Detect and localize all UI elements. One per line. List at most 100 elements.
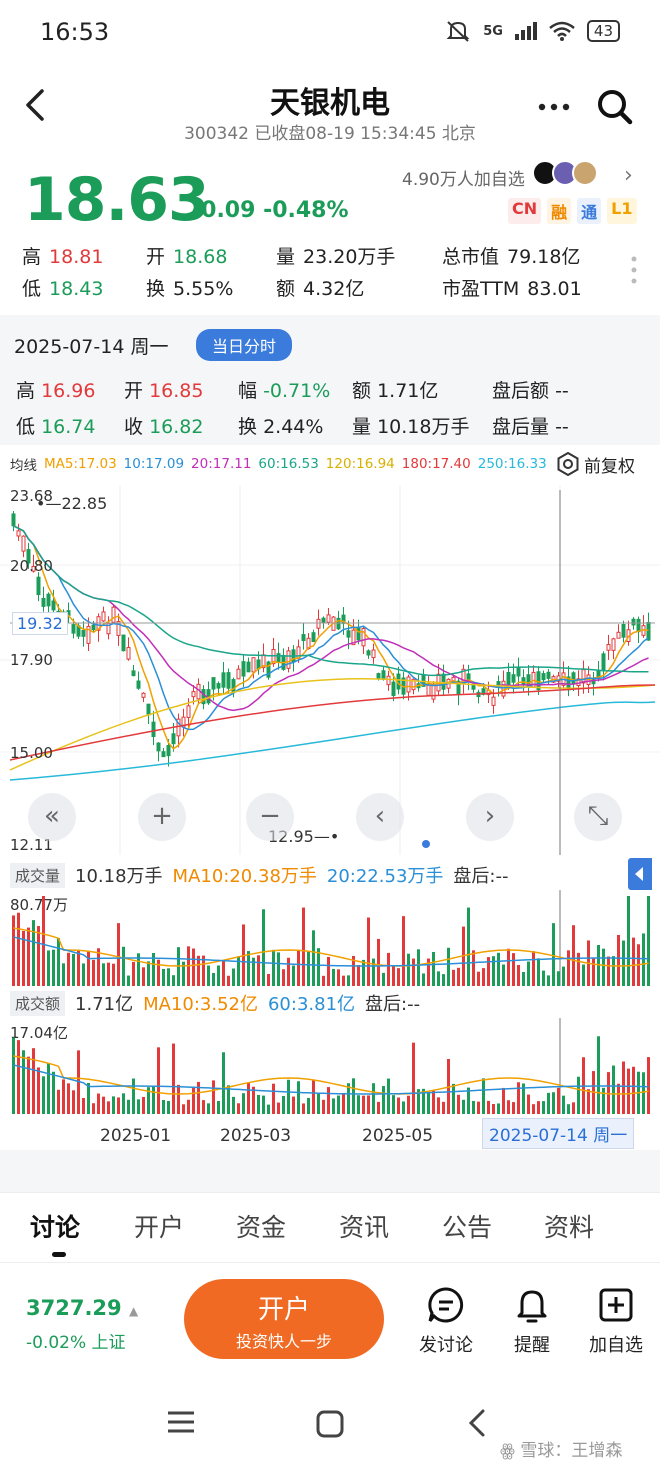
stat-amount: 额 4.32亿 — [276, 274, 364, 301]
day-after-amount: 盘后额 -- — [492, 376, 569, 403]
more-icon — [538, 103, 570, 111]
post-discussion-button[interactable]: 发讨论 — [410, 1285, 482, 1357]
volume-value: 10.18万手 — [75, 866, 163, 887]
stat-label: 低 — [16, 416, 36, 438]
stat-high: 高 18.81 — [22, 242, 103, 269]
watermark: ꙮ 雪球：王增森 — [500, 1436, 622, 1461]
home-icon[interactable] — [316, 1410, 344, 1442]
stat-open: 开 18.68 — [146, 242, 227, 269]
stat-label: 高 — [22, 246, 42, 268]
wifi-icon — [549, 21, 575, 41]
step-right-button[interactable]: › — [466, 793, 514, 841]
alert-label: 提醒 — [514, 1335, 550, 1356]
tab-funds[interactable]: 资金 — [236, 1208, 286, 1244]
kline-chart[interactable] — [0, 480, 660, 860]
stat-label: 市盈TTM — [442, 278, 520, 300]
ma60-value: 60:16.53 — [258, 456, 319, 472]
fullscreen-button[interactable]: ⤡ — [574, 793, 622, 841]
status-time: 16:53 — [40, 18, 110, 46]
stat-label: 额 — [276, 278, 296, 300]
tab-announcements[interactable]: 公告 — [442, 1208, 492, 1244]
day-after-volume: 盘后量 -- — [492, 412, 569, 439]
day-low: 低 16.74 — [16, 412, 95, 439]
status-icons: 5G 43 — [445, 20, 620, 42]
index-value: 3727.29 — [26, 1296, 122, 1320]
stat-value: 16.96 — [41, 380, 96, 402]
page-indicator-dot — [422, 840, 430, 848]
ma10-value: 10:17.09 — [123, 456, 185, 472]
followers-count[interactable]: 4.90万人加自选 — [402, 165, 525, 190]
up-caret-icon: ▲ — [128, 1304, 139, 1318]
volume-ma10: MA10:20.38万手 — [172, 866, 317, 887]
scroll-left-fast-button[interactable]: « — [28, 793, 76, 841]
nav-back-icon[interactable] — [466, 1408, 488, 1442]
settings-icon[interactable] — [556, 451, 580, 477]
amount-legend[interactable]: 成交额 1.71亿 MA10:3.52亿 60:3.81亿 盘后:-- — [10, 990, 420, 1016]
stat-value: -0.71% — [263, 380, 331, 402]
step-left-button[interactable]: ‹ — [356, 793, 404, 841]
day-open: 开 16.85 — [124, 376, 203, 403]
add-square-icon — [599, 1288, 633, 1322]
badge-margin: 融 — [547, 198, 572, 224]
tab-news[interactable]: 资讯 — [339, 1208, 389, 1244]
volume-chart — [12, 890, 650, 986]
y-label-2: 20.80 — [10, 557, 53, 575]
zoom-in-button[interactable]: + — [138, 793, 186, 841]
stat-value: 83.01 — [527, 278, 582, 300]
adjust-mode-label[interactable]: 前复权 — [584, 452, 635, 477]
tab-profile[interactable]: 资料 — [544, 1208, 594, 1244]
day-volume: 量 10.18万手 — [352, 412, 469, 439]
ma20-value: 20:17.11 — [191, 456, 252, 472]
battery-indicator: 43 — [586, 20, 620, 42]
stat-value: 18.68 — [173, 246, 228, 268]
stat-label: 高 — [16, 380, 36, 402]
zoom-out-button[interactable]: − — [246, 793, 294, 841]
volume-legend[interactable]: 成交量 10.18万手 MA10:20.38万手 20:22.53万手 盘后:-… — [10, 862, 508, 888]
kline-grid — [0, 485, 660, 855]
add-watchlist-button[interactable]: 加自选 — [580, 1285, 652, 1357]
more-menu-button[interactable] — [538, 86, 570, 119]
moving-average-legend[interactable]: 均线 MA5:17.03 10:17.09 20:17.11 60:16.53 … — [10, 454, 547, 474]
stat-value: 18.43 — [49, 278, 104, 300]
volume-after: 盘后:-- — [453, 866, 509, 887]
open-account-subtitle: 投资快人一步 — [235, 1332, 332, 1351]
status-bar: 16:53 5G 43 — [0, 0, 660, 70]
tab-discussion[interactable]: 讨论 — [30, 1208, 80, 1244]
post-discussion-label: 发讨论 — [419, 1335, 473, 1356]
stat-value: 2.44% — [263, 416, 324, 438]
day-high: 高 16.96 — [16, 376, 95, 403]
stat-value: 5.55% — [173, 278, 234, 300]
stat-pe: 市盈TTM 83.01 — [442, 274, 582, 301]
cursor-date-tag: 2025-07-14 周一 — [482, 1118, 635, 1149]
search-icon — [598, 90, 633, 125]
badge-connect: 通 — [577, 198, 602, 224]
x-label-1: 2025-01 — [100, 1126, 172, 1146]
follower-avatars[interactable] — [532, 160, 598, 186]
open-account-button[interactable]: 开户 投资快人一步 — [184, 1279, 384, 1359]
stat-label: 低 — [22, 278, 42, 300]
collapse-indicators-button[interactable] — [628, 858, 652, 890]
menu-icon[interactable] — [166, 1410, 196, 1438]
kline-moving-averages — [9, 525, 656, 781]
stat-value: 16.82 — [149, 416, 204, 438]
index-ticker[interactable]: 3727.29 ▲ — [26, 1296, 138, 1320]
search-button[interactable] — [596, 88, 634, 126]
intraday-button[interactable]: 当日分时 — [196, 329, 293, 361]
tab-open-account[interactable]: 开户 — [134, 1208, 184, 1244]
selected-date: 2025-07-14 周一 — [14, 336, 169, 358]
chevron-right-icon[interactable]: › — [624, 163, 633, 188]
network-label: 5G — [483, 23, 503, 39]
ma180-value: 180:17.40 — [401, 456, 471, 472]
expand-stats-button[interactable] — [630, 255, 638, 289]
current-price: 18.63 — [24, 165, 210, 235]
mute-icon — [446, 21, 470, 42]
chat-icon — [428, 1287, 464, 1323]
alert-button[interactable]: 提醒 — [496, 1285, 568, 1357]
amount-tab[interactable]: 成交额 — [10, 990, 66, 1016]
stat-value: 18.81 — [49, 246, 104, 268]
signal-icon — [514, 22, 537, 40]
stat-label: 开 — [124, 380, 144, 402]
volume-tab[interactable]: 成交量 — [10, 862, 66, 888]
amount-ma10: MA10:3.52亿 — [143, 994, 258, 1015]
stock-subtitle: 300342 已收盘08-19 15:34:45 北京 — [184, 124, 476, 144]
